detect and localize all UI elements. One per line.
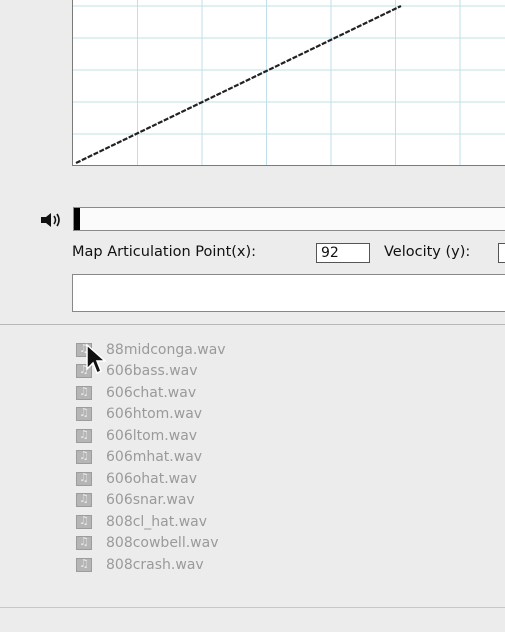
mouse-pointer-icon bbox=[85, 343, 107, 375]
section-divider bbox=[0, 324, 505, 325]
audio-file-icon bbox=[76, 471, 92, 486]
file-name: 808cl_hat.wav bbox=[106, 513, 208, 530]
file-list-item[interactable]: 808crash.wav bbox=[76, 554, 226, 576]
velocity-map-graph[interactable] bbox=[72, 0, 505, 166]
file-list-item[interactable]: 606chat.wav bbox=[76, 382, 226, 404]
level-meter bbox=[73, 207, 505, 231]
file-name: 808crash.wav bbox=[106, 556, 204, 573]
velocity-mapping-line[interactable] bbox=[75, 5, 402, 164]
file-list-item[interactable]: 606ohat.wav bbox=[76, 468, 226, 490]
file-list-item[interactable]: 606snar.wav bbox=[76, 490, 226, 512]
file-name: 606chat.wav bbox=[106, 384, 197, 401]
file-name: 606ltom.wav bbox=[106, 427, 198, 444]
audio-file-icon bbox=[76, 492, 92, 508]
file-name: 88midconga.wav bbox=[106, 341, 226, 358]
file-name: 606bass.wav bbox=[106, 363, 198, 380]
audio-file-icon bbox=[76, 428, 92, 443]
velocity-label: Velocity (y): bbox=[384, 244, 471, 260]
speaker-icon bbox=[40, 210, 66, 230]
file-list-item[interactable]: 808cowbell.wav bbox=[76, 533, 226, 555]
articulation-point-field[interactable]: 92 bbox=[316, 243, 370, 263]
sample-name-field[interactable] bbox=[72, 274, 505, 312]
audio-file-icon bbox=[76, 557, 92, 572]
file-name: 808cowbell.wav bbox=[106, 535, 219, 552]
file-list-item[interactable]: 808cl_hat.wav bbox=[76, 511, 226, 533]
audio-file-icon bbox=[76, 535, 92, 551]
velocity-field[interactable] bbox=[498, 243, 505, 263]
file-list-item[interactable]: 606mhat.wav bbox=[76, 447, 226, 469]
level-meter-fill bbox=[74, 208, 80, 230]
articulation-point-label: Map Articulation Point(x): bbox=[72, 244, 257, 260]
audio-file-icon bbox=[76, 385, 92, 400]
file-name: 606ohat.wav bbox=[106, 470, 197, 487]
velocity-map-canvas[interactable] bbox=[73, 0, 505, 166]
file-name: 606mhat.wav bbox=[106, 449, 203, 466]
file-list-item[interactable]: 606ltom.wav bbox=[76, 425, 226, 447]
file-list-item[interactable]: 606htom.wav bbox=[76, 404, 226, 426]
file-name: 606snar.wav bbox=[106, 492, 195, 509]
audio-file-icon bbox=[76, 449, 92, 465]
audio-file-icon bbox=[76, 406, 92, 422]
bottom-divider bbox=[0, 607, 505, 608]
file-name: 606htom.wav bbox=[106, 406, 203, 423]
audio-file-icon bbox=[76, 514, 92, 529]
